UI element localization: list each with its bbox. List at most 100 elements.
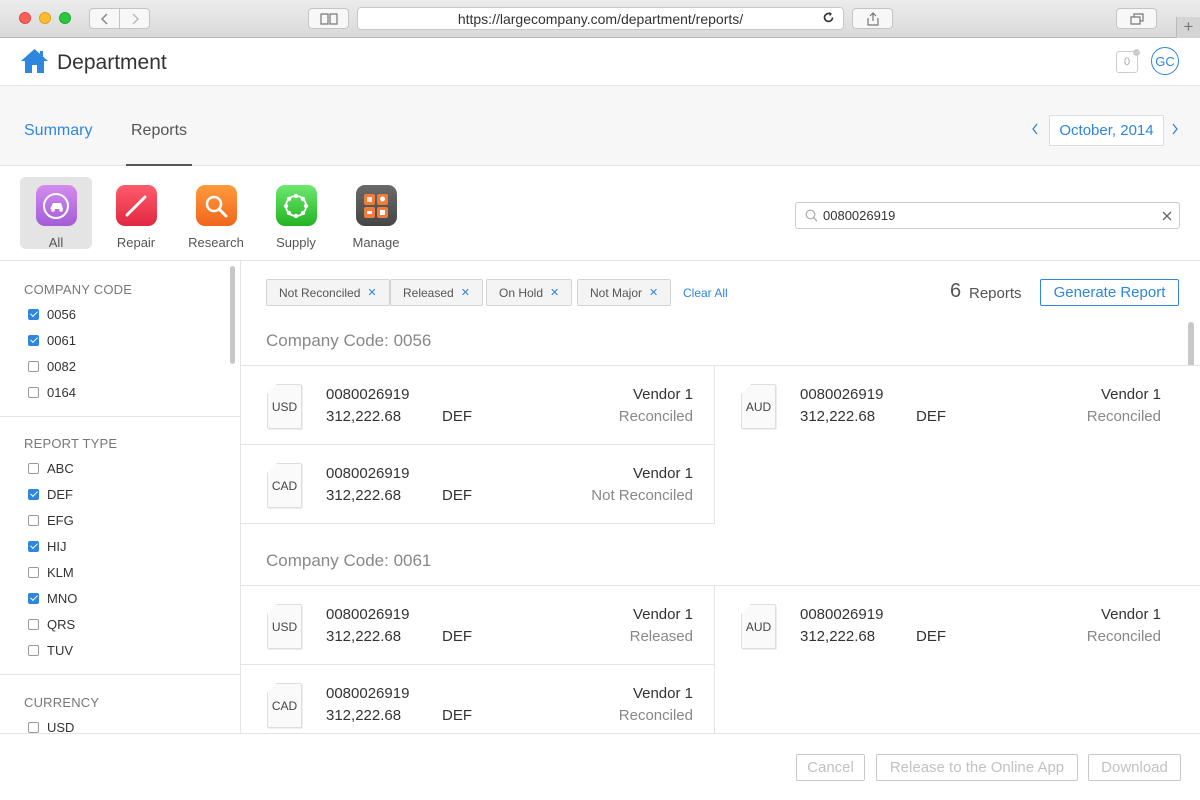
checkbox[interactable] [28,644,39,656]
vendor-name: Vendor 1 [632,465,693,482]
filter-option[interactable]: USD [0,714,240,733]
clear-search-icon[interactable] [1161,209,1173,227]
notification-count: 0 [1123,56,1131,68]
filter-option-label: QRS [47,616,76,632]
prev-period-icon[interactable] [1031,122,1039,140]
filter-chip-on-hold[interactable]: On Hold ✕ [486,279,573,306]
report-amount: 312,222.68 [326,408,402,425]
filter-chip-not-major[interactable]: Not Major ✕ [577,279,672,306]
filter-option[interactable]: KLM [0,559,240,585]
checkbox[interactable] [28,462,39,474]
report-id: 0080026919 [800,386,884,403]
report-amount: 312,222.68 [326,628,402,645]
report-card[interactable]: CAD 0080026919 312,222.68 DEF Vendor 1 Reconc… [241,664,715,733]
filter-option[interactable]: EFG [0,507,240,533]
remove-chip-icon[interactable]: ✕ [461,286,470,299]
search-box[interactable] [795,202,1180,229]
filter-option[interactable]: 0082 [0,353,240,379]
filter-chip-not-reconciled[interactable]: Not Reconciled ✕ [266,279,390,306]
category-research[interactable]: Research [180,177,252,250]
release-button[interactable]: Release to the Online App [876,754,1078,781]
report-card[interactable]: AUD 0080026919 312,222.68 DEF Vendor 1 Reconc… [715,585,1200,665]
report-id: 0080026919 [326,606,410,623]
report-card[interactable]: CAD 0080026919 312,222.68 DEF Vendor 1 Not Re… [241,444,715,524]
category-manage[interactable]: Manage [340,177,412,250]
filter-option-label: TUV [47,642,73,658]
filter-option-label: HIJ [47,538,67,554]
generate-report-button[interactable]: Generate Report [1040,279,1179,306]
download-button[interactable]: Download [1088,754,1181,781]
checkbox[interactable] [28,334,39,346]
filter-option[interactable]: MNO [0,585,240,611]
chip-label: Not Reconciled [279,285,361,300]
tabs-icon[interactable] [1116,8,1157,29]
category-all[interactable]: All [20,177,92,250]
remove-chip-icon[interactable]: ✕ [367,286,376,299]
filter-option[interactable]: ABC [0,455,240,481]
report-card[interactable]: USD 0080026919 312,222.68 DEF Vendor 1 Reconc… [241,365,715,445]
filter-option[interactable]: QRS [0,611,240,637]
report-amount: 312,222.68 [326,487,402,504]
checkbox[interactable] [28,721,39,733]
notification-dot [1133,49,1140,56]
avatar[interactable]: GC [1151,47,1179,75]
filter-option[interactable]: TUV [0,637,240,663]
currency-label: CAD [271,698,298,713]
maximize-window-button[interactable] [59,12,71,24]
report-card[interactable]: USD 0080026919 312,222.68 DEF Vendor 1 Releas… [241,585,715,665]
filter-option[interactable]: 0164 [0,379,240,405]
remove-chip-icon[interactable]: ✕ [550,286,559,299]
home-icon[interactable] [20,48,49,79]
tab-summary[interactable]: Summary [24,122,92,140]
filter-option[interactable]: 0056 [0,301,240,327]
cancel-button[interactable]: Cancel [796,754,865,781]
checkbox[interactable] [28,618,39,630]
minimize-window-button[interactable] [39,12,51,24]
checkbox[interactable] [28,540,39,552]
category-supply[interactable]: Supply [260,177,332,250]
report-type: DEF [442,487,472,504]
notification-badge[interactable]: 0 [1116,49,1140,73]
tab-reports[interactable]: Reports [131,122,187,140]
report-status: Reconciled [1086,628,1161,645]
report-type: DEF [916,628,946,645]
checkbox[interactable] [28,488,39,500]
back-icon[interactable] [89,8,120,29]
report-id: 0080026919 [326,465,410,482]
next-period-icon[interactable] [1171,122,1179,140]
period-selector[interactable]: October, 2014 [1049,115,1164,146]
checkbox[interactable] [28,592,39,604]
filter-option[interactable]: DEF [0,481,240,507]
vendor-name: Vendor 1 [1100,386,1161,403]
filter-chip-released[interactable]: Released ✕ [390,279,483,306]
category-repair[interactable]: Repair [100,177,172,250]
forward-icon[interactable] [119,8,150,29]
filter-option[interactable]: HIJ [0,533,240,559]
share-icon[interactable] [852,8,893,29]
report-amount: 312,222.68 [800,628,876,645]
document-icon: USD [267,604,302,649]
chip-label: On Hold [499,285,544,300]
reader-icon[interactable] [308,8,349,29]
currency-label: USD [271,399,298,414]
checkbox[interactable] [28,360,39,372]
filter-option-label: USD [47,719,75,734]
checkbox[interactable] [28,514,39,526]
remove-chip-icon[interactable]: ✕ [649,286,658,299]
checkbox[interactable] [28,308,39,320]
close-window-button[interactable] [19,12,31,24]
reload-icon[interactable] [822,11,835,27]
report-card[interactable]: AUD 0080026919 312,222.68 DEF Vendor 1 Reconc… [715,365,1200,445]
category-all-label: All [48,235,64,250]
checkbox[interactable] [28,386,39,398]
sidebar-scrollbar[interactable] [230,266,235,364]
url-bar[interactable]: https://largecompany.com/department/repo… [357,7,844,30]
search-input[interactable] [823,206,1143,225]
clear-all-link[interactable]: Clear All [683,286,728,300]
document-icon: CAD [267,683,302,728]
filter-option[interactable]: 0061 [0,327,240,353]
all-icon [35,185,77,226]
new-tab-icon[interactable]: + [1176,17,1200,38]
filter-sidebar: COMPANY CODE 0056 0061 0082 0164 REPORT TYP… [0,261,241,733]
checkbox[interactable] [28,566,39,578]
